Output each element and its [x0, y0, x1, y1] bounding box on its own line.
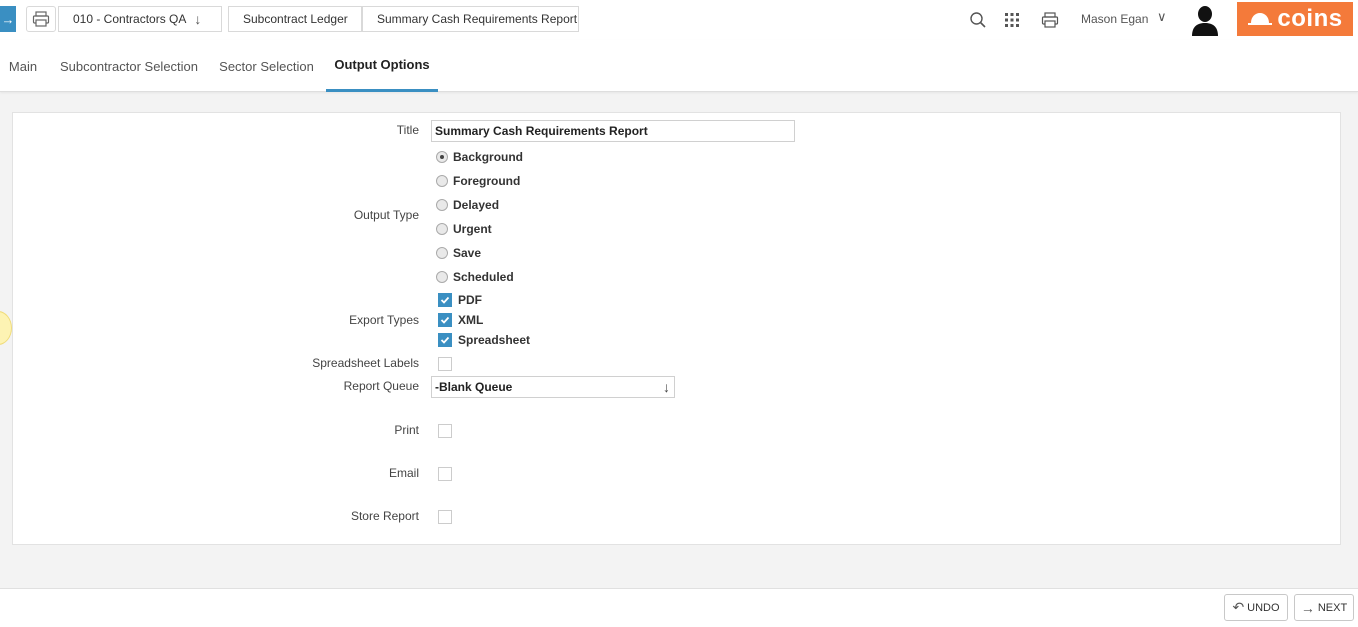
radio-foreground[interactable]: [436, 175, 448, 187]
export-type-xml[interactable]: XML: [438, 311, 483, 329]
next-label: NEXT: [1317, 601, 1348, 614]
undo-icon: ↶: [1232, 599, 1245, 615]
export-type-pdf[interactable]: PDF: [438, 291, 482, 309]
email-row[interactable]: [438, 465, 452, 483]
output-type-delayed[interactable]: Delayed: [436, 196, 499, 214]
title-input[interactable]: Summary Cash Requirements Report: [431, 120, 795, 142]
output-type-scheduled[interactable]: Scheduled: [436, 268, 514, 286]
export-types-label: Export Types: [349, 313, 419, 327]
spreadsheet-labels-label: Spreadsheet Labels: [312, 356, 419, 370]
tab-sector-selection[interactable]: Sector Selection: [213, 40, 320, 92]
checkmark-icon: [440, 316, 450, 324]
output-type-urgent[interactable]: Urgent: [436, 220, 492, 238]
checkbox-store-report[interactable]: [438, 510, 452, 524]
checkbox-pdf[interactable]: [438, 293, 452, 307]
report-queue-value: -Blank Queue: [435, 380, 513, 394]
print-label: Print: [394, 423, 419, 437]
print-row[interactable]: [438, 422, 452, 440]
arrow-down-icon[interactable]: ↓: [194, 11, 201, 27]
breadcrumb-module[interactable]: Subcontract Ledger: [228, 6, 362, 32]
export-type-spreadsheet[interactable]: Spreadsheet: [438, 331, 530, 349]
breadcrumb-company-label: 010 - Contractors QA: [73, 12, 187, 26]
coins-logo: coins: [1237, 2, 1353, 36]
checkbox-label: XML: [458, 313, 484, 327]
arrow-right-icon: →: [1300, 599, 1315, 616]
output-type-label: Output Type: [353, 208, 419, 222]
breadcrumb-module-label: Subcontract Ledger: [243, 12, 348, 26]
checkbox-email[interactable]: [438, 467, 452, 481]
radio-scheduled[interactable]: [436, 271, 448, 283]
breadcrumb-company[interactable]: 010 - Contractors QA ↓: [58, 6, 222, 32]
radio-urgent[interactable]: [436, 223, 448, 235]
checkbox-print[interactable]: [438, 424, 452, 438]
tab-bar: Main Subcontractor Selection Sector Sele…: [0, 40, 1358, 92]
checkmark-icon: [440, 296, 450, 304]
radio-label: Urgent: [453, 222, 492, 236]
printer-icon[interactable]: [1040, 10, 1060, 30]
hard-hat-icon: [1248, 13, 1273, 25]
report-queue-select[interactable]: -Blank Queue ↓: [431, 376, 675, 398]
tab-output-options[interactable]: Output Options: [326, 40, 438, 92]
tab-main[interactable]: Main: [0, 40, 46, 92]
radio-label: Foreground: [453, 174, 521, 188]
radio-background[interactable]: [436, 151, 448, 163]
radio-label: Background: [453, 150, 524, 164]
radio-save[interactable]: [436, 247, 448, 259]
radio-delayed[interactable]: [436, 199, 448, 211]
radio-label: Delayed: [453, 198, 500, 212]
print-home-icon[interactable]: [26, 6, 56, 32]
breadcrumb-page[interactable]: Summary Cash Requirements Report: [362, 6, 579, 32]
checkbox-spreadsheet[interactable]: [438, 333, 452, 347]
checkmark-icon: [440, 336, 450, 344]
radio-label: Save: [453, 246, 482, 260]
undo-button[interactable]: ↶ UNDO: [1224, 594, 1288, 621]
arrow-down-icon[interactable]: ↓: [663, 379, 670, 395]
checkbox-label: Spreadsheet: [458, 333, 531, 347]
cursor-highlight: [0, 311, 12, 345]
bottom-action-bar: ↶ UNDO → NEXT: [0, 588, 1358, 627]
avatar[interactable]: [1190, 4, 1220, 36]
store-report-row[interactable]: [438, 508, 452, 526]
output-options-panel: Title Summary Cash Requirements Report O…: [12, 112, 1341, 545]
spreadsheet-labels-row[interactable]: [438, 355, 452, 373]
output-type-background[interactable]: Background: [436, 148, 523, 166]
apps-grid-icon[interactable]: [1002, 10, 1022, 30]
top-bar: → 010 - Contractors QA ↓ Subcontract Led…: [0, 0, 1358, 40]
report-queue-label: Report Queue: [343, 379, 419, 393]
radio-label: Scheduled: [453, 270, 514, 284]
chevron-down-icon[interactable]: ∨: [1157, 9, 1167, 25]
checkbox-label: PDF: [458, 293, 482, 307]
output-type-save[interactable]: Save: [436, 244, 481, 262]
tab-subcontractor-selection[interactable]: Subcontractor Selection: [55, 40, 203, 92]
breadcrumb-page-label: Summary Cash Requirements Report: [377, 12, 578, 26]
store-report-label: Store Report: [350, 509, 419, 523]
undo-label: UNDO: [1247, 601, 1280, 614]
checkbox-xml[interactable]: [438, 313, 452, 327]
title-label: Title: [396, 123, 419, 137]
logo-text: coins: [1277, 5, 1343, 32]
email-label: Email: [388, 466, 419, 480]
checkbox-spreadsheet-labels[interactable]: [438, 357, 452, 371]
user-name[interactable]: Mason Egan: [1081, 12, 1148, 26]
next-button[interactable]: → NEXT: [1294, 594, 1354, 621]
search-icon[interactable]: [968, 10, 988, 30]
expand-sidebar-arrow-icon[interactable]: →: [0, 6, 16, 32]
output-type-foreground[interactable]: Foreground: [436, 172, 520, 190]
